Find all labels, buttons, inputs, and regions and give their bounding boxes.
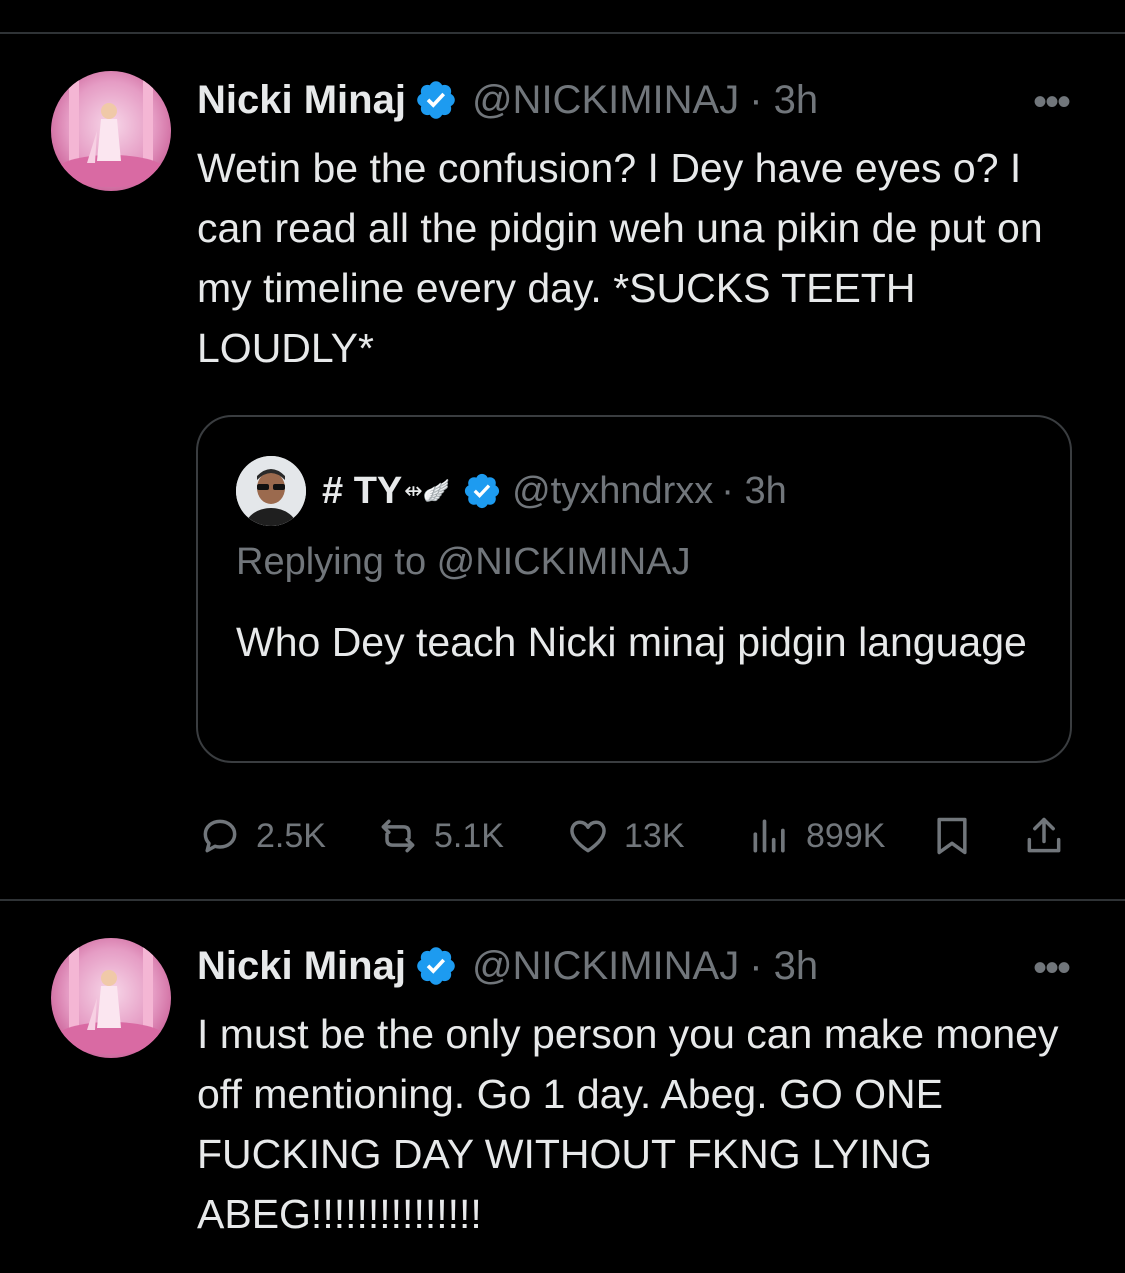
like-count: 13K — [624, 816, 685, 855]
tweet[interactable]: Nicki Minaj @NICKIMINAJ · 3h ••• Wetin b… — [0, 0, 1125, 900]
like-icon — [570, 820, 606, 853]
tweet-text: Wetin be the confusion? I Dey have eyes … — [197, 145, 1043, 371]
verified-badge-icon — [417, 81, 455, 119]
author-avatar[interactable] — [51, 938, 171, 1058]
tweet-header: Nicki Minaj @NICKIMINAJ · 3h — [197, 938, 818, 994]
tweet-actions: 2.5K 5.1K 13K 899K — [0, 806, 1125, 866]
tweet-time[interactable]: · 3h — [749, 944, 818, 989]
reply-icon — [203, 819, 237, 853]
quoted-tweet[interactable]: # TY ⇹🪽 @tyxhndrxx · 3h Replying to @NIC… — [196, 415, 1072, 763]
retweet-count: 5.1K — [434, 816, 504, 855]
author-handle[interactable]: @NICKIMINAJ — [472, 78, 739, 123]
retweet-icon — [381, 819, 415, 853]
views-icon — [753, 819, 785, 853]
quoted-tweet-time[interactable]: · 3h — [721, 470, 786, 513]
bookmark-icon — [937, 817, 967, 855]
tweet-text: I must be the only person you can make m… — [197, 1011, 1059, 1237]
views-button[interactable]: 899K — [748, 806, 885, 866]
quoted-author-avatar[interactable] — [236, 456, 306, 526]
more-icon[interactable]: ••• — [1033, 80, 1071, 125]
author-handle[interactable]: @NICKIMINAJ — [472, 944, 739, 989]
like-button[interactable]: 13K — [566, 806, 685, 866]
reply-count: 2.5K — [256, 816, 326, 855]
verified-badge-icon — [417, 947, 455, 985]
quoted-author-name[interactable]: # TY — [322, 470, 402, 513]
quoted-name-emoji: ⇹🪽 — [404, 478, 451, 503]
share-icon — [1027, 817, 1061, 853]
share-button[interactable] — [1022, 806, 1066, 866]
tweet-header: Nicki Minaj @NICKIMINAJ · 3h — [197, 72, 818, 128]
author-name[interactable]: Nicki Minaj — [197, 944, 406, 989]
reply-button[interactable]: 2.5K — [198, 806, 326, 866]
author-name[interactable]: Nicki Minaj — [197, 78, 406, 123]
verified-badge-icon — [464, 473, 500, 509]
author-avatar[interactable] — [51, 71, 171, 191]
quoted-tweet-text: Who Dey teach Nicki minaj pidgin languag… — [236, 619, 1027, 665]
retweet-button[interactable]: 5.1K — [376, 806, 504, 866]
tweet[interactable]: Nicki Minaj @NICKIMINAJ · 3h ••• I must … — [0, 900, 1125, 1273]
tweet-time[interactable]: · 3h — [749, 78, 818, 123]
replying-to-label[interactable]: Replying to @NICKIMINAJ — [236, 541, 691, 584]
quoted-author-handle[interactable]: @tyxhndrxx — [512, 470, 713, 513]
more-icon[interactable]: ••• — [1033, 946, 1071, 991]
bookmark-button[interactable] — [930, 806, 974, 866]
quoted-header: # TY ⇹🪽 @tyxhndrxx · 3h — [322, 463, 787, 519]
views-count: 899K — [806, 816, 886, 855]
